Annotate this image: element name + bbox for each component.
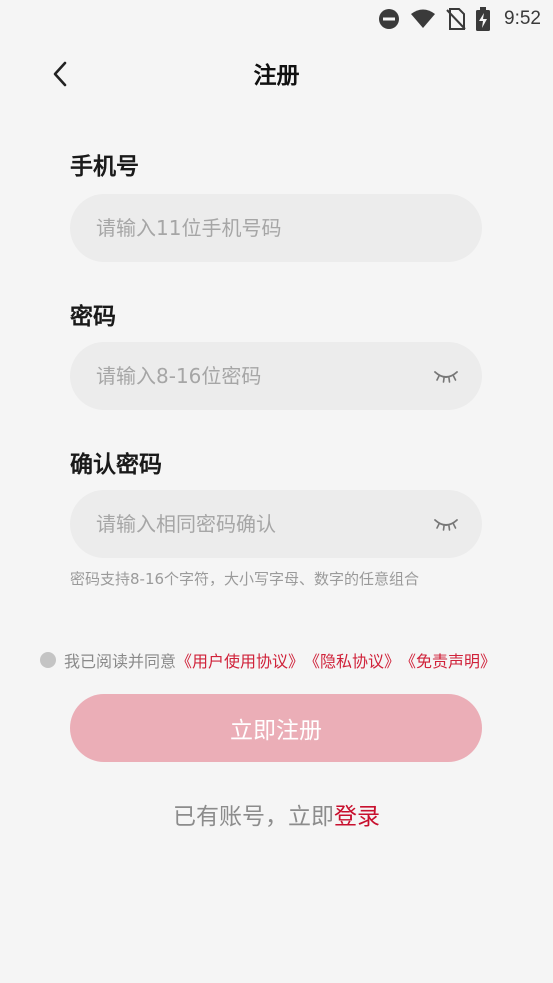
login-link[interactable]: 登录: [334, 797, 380, 831]
password-label: 密码: [70, 304, 116, 330]
agreement-row: 我已阅读并同意 《用户使用协议》 《隐私协议》 《免责声明》: [40, 648, 496, 672]
agreement-checkbox[interactable]: [40, 652, 56, 668]
status-time: 9:52: [504, 8, 541, 29]
password-field-box: [70, 342, 482, 410]
register-form: 手机号 密码 确认密码 密码支持8-16: [70, 150, 482, 589]
battery-charging-icon: [476, 7, 491, 31]
confirm-password-label: 确认密码: [70, 452, 162, 478]
eye-closed-icon: [434, 371, 458, 383]
privacy-policy-link[interactable]: 《隐私协议》: [304, 648, 400, 672]
register-button[interactable]: 立即注册: [70, 694, 482, 762]
back-button[interactable]: [40, 54, 80, 94]
phone-input[interactable]: [94, 215, 458, 241]
confirm-password-input[interactable]: [94, 511, 458, 537]
agreement-prefix: 我已阅读并同意: [64, 652, 177, 671]
header: 注册: [0, 48, 553, 98]
confirm-password-visibility-toggle[interactable]: [432, 512, 460, 536]
status-bar: 9:52: [0, 0, 553, 38]
phone-label: 手机号: [70, 154, 139, 180]
login-prompt: 已有账号，立即: [173, 804, 334, 830]
chevron-left-icon: [53, 61, 67, 87]
no-sim-icon: [446, 8, 466, 30]
password-input[interactable]: [94, 363, 458, 389]
password-visibility-toggle[interactable]: [432, 364, 460, 388]
phone-field-box: [70, 194, 482, 262]
user-agreement-link[interactable]: 《用户使用协议》: [176, 648, 304, 672]
do-not-disturb-icon: [378, 8, 400, 30]
password-hint: 密码支持8-16个字符，大小写字母、数字的任意组合: [70, 570, 420, 588]
confirm-password-field-box: [70, 490, 482, 558]
eye-closed-icon: [434, 519, 458, 531]
login-row: 已有账号，立即 登录: [0, 796, 553, 832]
wifi-icon: [410, 9, 436, 29]
page-title: 注册: [253, 63, 300, 89]
disclaimer-link[interactable]: 《免责声明》: [400, 648, 496, 672]
